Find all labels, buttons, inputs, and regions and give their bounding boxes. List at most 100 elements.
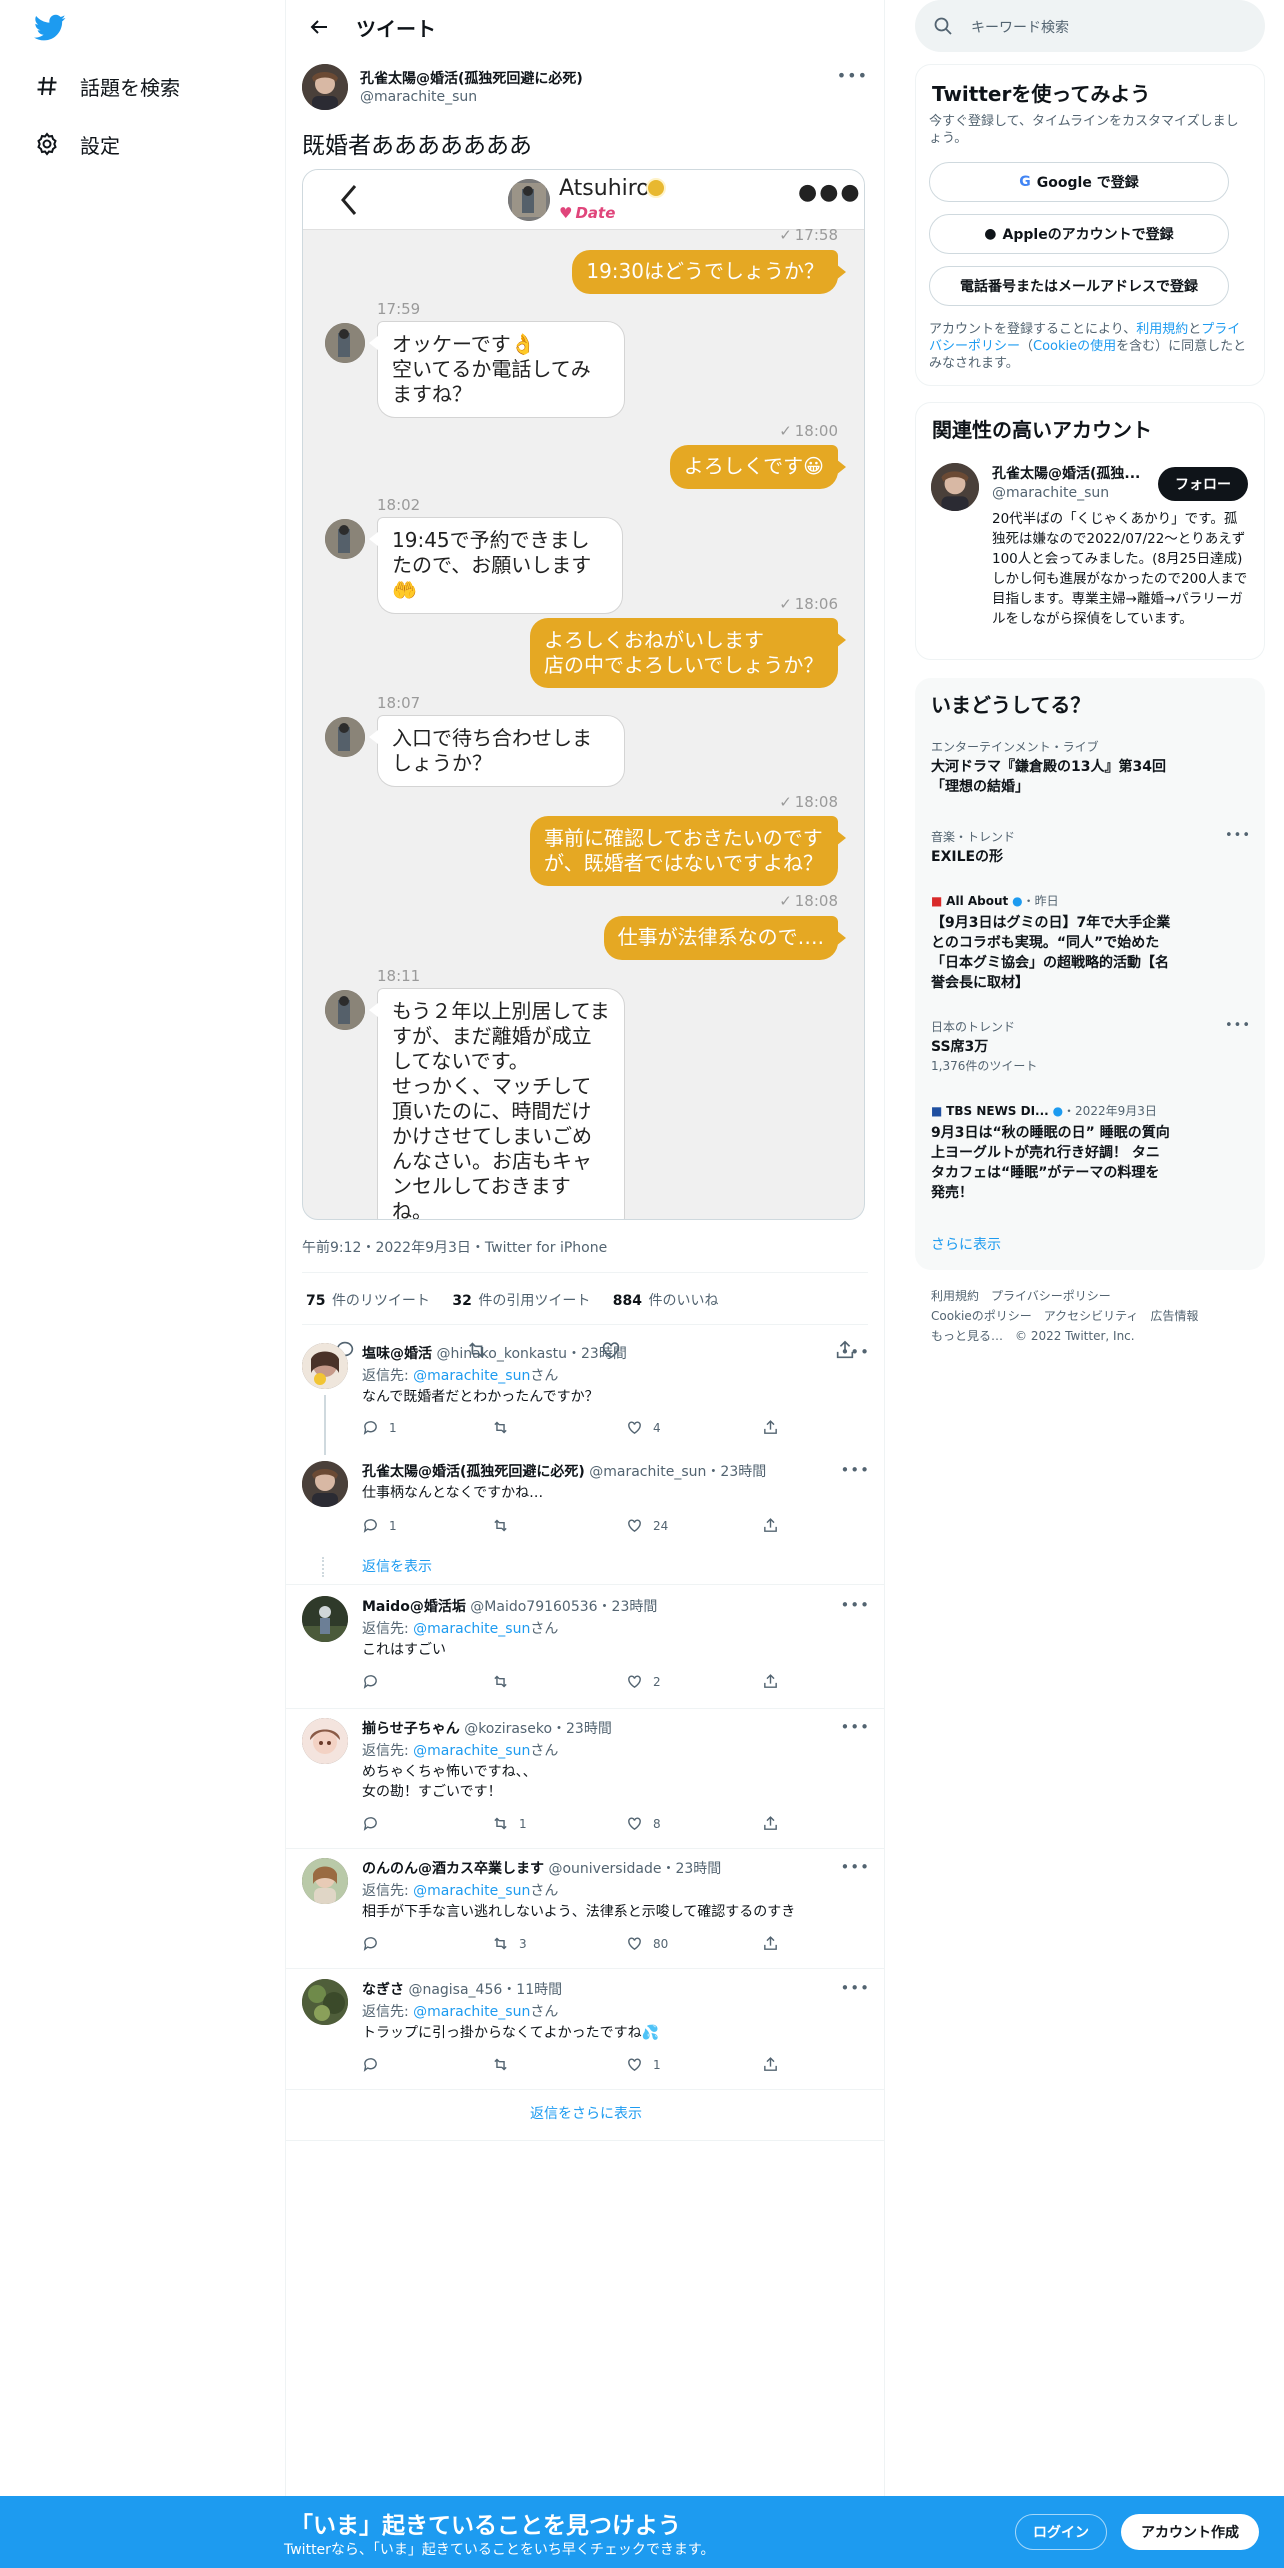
- reply-header: のんのん@酒カス卒業します @ouniversidade・23時間: [362, 1861, 722, 1877]
- reply-icon[interactable]: [362, 1815, 389, 1832]
- retweet-icon[interactable]: [492, 1673, 519, 1690]
- reply-tweet[interactable]: 孔雀太陽@婚活(孤独死回避に必死) @marachite_sun・23時間 ••…: [286, 1461, 886, 1581]
- share-icon[interactable]: [762, 1815, 789, 1832]
- signup-card: Twitterを使ってみよう 今すぐ登録して、タイムラインをカスタマイズしましょ…: [915, 64, 1265, 386]
- trends-show-more[interactable]: さらに表示: [931, 1234, 1001, 1254]
- more-options-icon[interactable]: •••: [840, 1461, 870, 1479]
- like-icon[interactable]: 4: [626, 1419, 661, 1436]
- like-icon[interactable]: 80: [626, 1935, 668, 1952]
- quotes-stat[interactable]: 32 件の引用ツイート: [452, 1293, 590, 1309]
- footer-privacy[interactable]: プライバシーポリシー: [991, 1289, 1111, 1303]
- trend-item[interactable]: 日本のトレンド SS席3万 1,376件のツイート •••: [931, 1018, 1251, 1074]
- show-replies-link[interactable]: 返信を表示: [362, 1556, 432, 1576]
- reply-icon[interactable]: [362, 1935, 389, 1952]
- footer-terms[interactable]: 利用規約: [931, 1289, 979, 1303]
- share-icon[interactable]: [762, 1517, 789, 1534]
- share-icon[interactable]: [762, 2056, 789, 2073]
- trend-item[interactable]: ■ TBS NEWS DI... ●・2022年9月3日 9月3日は“秋の睡眠の…: [931, 1102, 1251, 1203]
- search-icon: [933, 16, 953, 40]
- reply-tweet[interactable]: 揃らせ子ちゃん @koziraseko・23時間 ••• 返信先: @marac…: [286, 1718, 886, 1842]
- verified-icon: ●: [1012, 894, 1023, 908]
- reply-tweet[interactable]: のんのん@酒カス卒業します @ouniversidade・23時間 ••• 返信…: [286, 1858, 886, 1962]
- reply-avatar[interactable]: [302, 1979, 348, 2025]
- message-bubble-received: 入口で待ち合わせしましょうか？: [369, 715, 625, 787]
- reply-icon[interactable]: [362, 1673, 389, 1690]
- login-button[interactable]: ログイン: [1015, 2514, 1107, 2550]
- message-avatar: [325, 717, 365, 757]
- reply-avatar[interactable]: [302, 1596, 348, 1642]
- chat-more-icon: ●●●: [798, 180, 862, 205]
- trend-item[interactable]: ■ All About ●・昨日 【9月3日はグミの日】7年で大手企業とのコラボ…: [931, 892, 1251, 993]
- reply-tweet[interactable]: Maido@婚活垢 @Maido79160536・23時間 ••• 返信先: @…: [286, 1596, 886, 1702]
- more-options-icon[interactable]: •••: [1225, 828, 1251, 843]
- search-box[interactable]: キーワード検索: [915, 0, 1265, 52]
- related-handle[interactable]: @marachite_sun: [992, 485, 1109, 501]
- terms-link[interactable]: 利用規約: [1136, 322, 1188, 337]
- like-icon[interactable]: 24: [626, 1517, 668, 1534]
- message-bubble-received: オッケーです👌 空いてるか電話してみますね？: [369, 321, 625, 418]
- like-icon[interactable]: 8: [626, 1815, 661, 1832]
- retweet-icon[interactable]: 3: [492, 1935, 527, 1952]
- footer-ads[interactable]: 広告情報: [1150, 1309, 1198, 1323]
- retweet-icon[interactable]: [492, 1419, 519, 1436]
- more-options-icon[interactable]: •••: [840, 1718, 870, 1736]
- search-input[interactable]: キーワード検索: [971, 17, 1069, 37]
- more-options-icon[interactable]: •••: [837, 66, 868, 85]
- more-options-icon[interactable]: •••: [840, 1596, 870, 1614]
- footer-more[interactable]: もっと見る…: [931, 1329, 1003, 1343]
- show-more-replies-link[interactable]: 返信をさらに表示: [286, 2103, 886, 2123]
- related-accounts-card: 関連性の高いアカウント 孔雀太陽@婚活(孤独... @marachite_sun…: [915, 402, 1265, 660]
- back-arrow-icon[interactable]: [302, 10, 336, 44]
- author-name[interactable]: 孔雀太陽@婚活(孤独死回避に必死): [360, 68, 583, 88]
- trend-item[interactable]: 音楽・トレンド EXILEの形 •••: [931, 828, 1251, 867]
- signup-button[interactable]: アカウント作成: [1121, 2514, 1259, 2550]
- cookie-link[interactable]: Cookieの使用: [1033, 339, 1116, 354]
- share-icon[interactable]: [762, 1673, 789, 1690]
- tweet-image[interactable]: Atsuhiro ♥ Date ●●● ✓ 17:58 19:30はどうでしょうか？…: [302, 169, 865, 1220]
- more-options-icon[interactable]: •••: [840, 1858, 870, 1876]
- retweet-icon[interactable]: 1: [492, 1815, 527, 1832]
- reply-tweet[interactable]: 塩味@婚活 @hinako_konkastu・23時間 ••• 返信先: @ma…: [286, 1343, 886, 1449]
- retweet-icon[interactable]: [492, 1517, 519, 1534]
- footer-accessibility[interactable]: アクセシビリティ: [1044, 1309, 1139, 1323]
- google-signup-button[interactable]: G Google で登録: [929, 162, 1229, 202]
- tweet-timestamp[interactable]: 午前9:12・2022年9月3日・Twitter for iPhone: [302, 1237, 607, 1257]
- likes-stat[interactable]: 884 件のいいね: [613, 1293, 719, 1309]
- page-root: 話題を検索 設定 ツイート 孔雀太陽@婚活(孤独死回避に必死) @marachi…: [0, 0, 1284, 2568]
- reply-icon[interactable]: 1: [362, 1517, 397, 1534]
- reply-avatar[interactable]: [302, 1461, 348, 1507]
- twitter-logo-icon[interactable]: [34, 14, 66, 42]
- phone-signup-button[interactable]: 電話番号またはメールアドレスで登録: [929, 266, 1229, 306]
- reply-avatar[interactable]: [302, 1343, 348, 1389]
- reply-text: これはすごい: [362, 1642, 446, 1658]
- nav-settings[interactable]: 設定: [34, 124, 120, 164]
- related-avatar[interactable]: [931, 463, 979, 511]
- retweets-stat[interactable]: 75 件のリツイート: [306, 1293, 430, 1309]
- footer-cookie[interactable]: Cookieのポリシー: [931, 1309, 1032, 1323]
- trend-item[interactable]: エンターテインメント・ライブ 大河ドラマ『鎌倉殿の13人』第34回「理想の結婚」: [931, 738, 1251, 797]
- reply-icon[interactable]: 1: [362, 1419, 397, 1436]
- author-handle[interactable]: @marachite_sun: [360, 89, 477, 105]
- tbs-logo-icon: ■: [931, 1104, 943, 1118]
- follow-button[interactable]: フォロー: [1158, 467, 1248, 501]
- more-options-icon[interactable]: •••: [840, 1343, 870, 1361]
- author-avatar[interactable]: [302, 64, 348, 110]
- more-options-icon[interactable]: •••: [1225, 1018, 1251, 1033]
- more-options-icon[interactable]: •••: [840, 1979, 870, 1997]
- reply-to: 返信先: @marachite_sunさん: [362, 1883, 559, 1899]
- share-icon[interactable]: [762, 1935, 789, 1952]
- related-name[interactable]: 孔雀太陽@婚活(孤独...: [992, 463, 1140, 483]
- retweet-icon[interactable]: [492, 2056, 519, 2073]
- related-title: 関連性の高いアカウント: [932, 418, 1152, 442]
- reply-avatar[interactable]: [302, 1858, 348, 1904]
- reply-icon[interactable]: [362, 2056, 389, 2073]
- like-icon[interactable]: 2: [626, 1673, 661, 1690]
- reply-avatar[interactable]: [302, 1718, 348, 1764]
- message-time: 17:59: [377, 300, 421, 318]
- share-icon[interactable]: [762, 1419, 789, 1436]
- nav-explore[interactable]: 話題を検索: [34, 66, 180, 106]
- message-avatar: [325, 990, 365, 1030]
- reply-tweet[interactable]: なぎさ @nagisa_456・11時間 ••• 返信先: @marachite…: [286, 1979, 886, 2085]
- like-icon[interactable]: 1: [626, 2056, 661, 2073]
- apple-signup-button[interactable]: ● Appleのアカウントで登録: [929, 214, 1229, 254]
